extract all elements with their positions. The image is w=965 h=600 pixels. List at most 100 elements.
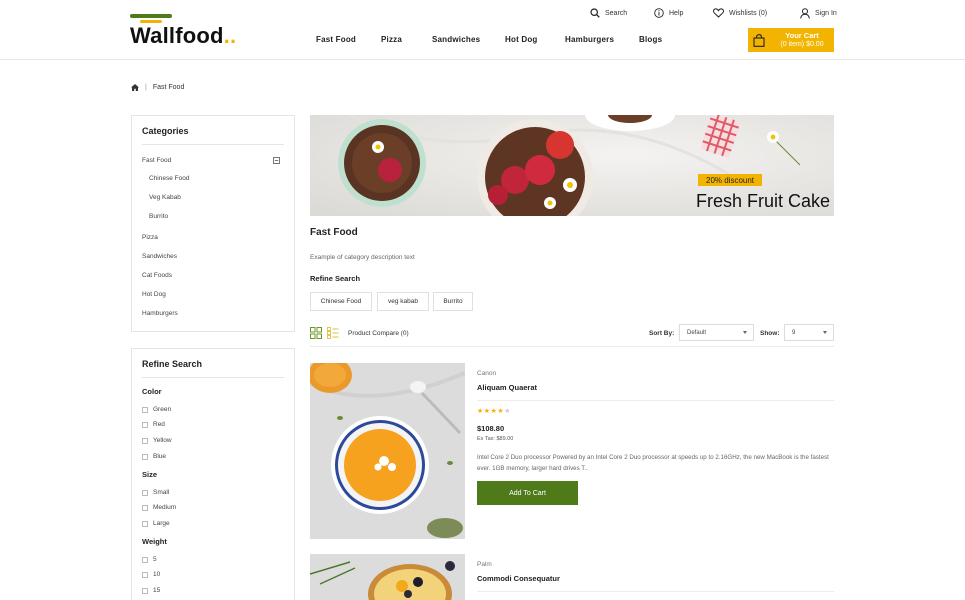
refine-search-heading: Refine Search: [310, 274, 361, 283]
logo[interactable]: Wallfood..: [130, 14, 236, 48]
nav-hot-dog[interactable]: Hot Dog: [505, 35, 538, 44]
filter-option-label: 5: [153, 556, 157, 563]
breadcrumb-current[interactable]: Fast Food: [153, 84, 185, 91]
filter-option-label: Green: [153, 406, 172, 413]
nav-fast-food[interactable]: Fast Food: [316, 35, 356, 44]
star-icon: ★: [504, 408, 511, 415]
chevron-down-icon: [743, 331, 747, 334]
filter-option-label: Blue: [153, 453, 167, 460]
filter-option-large[interactable]: Large: [142, 520, 170, 527]
cart-summary: (0 item) $0.00: [780, 41, 824, 48]
star-icon: ★: [483, 408, 491, 415]
info-icon: [654, 8, 664, 18]
discount-badge: 20% discount: [698, 174, 763, 186]
categories-title: Categories: [142, 116, 284, 145]
nav-sandwiches[interactable]: Sandwiches: [432, 35, 480, 44]
collapse-icon[interactable]: [273, 157, 280, 164]
checkbox[interactable]: [142, 504, 148, 511]
product-divider: [477, 591, 834, 592]
help-link-label: Help: [669, 9, 684, 17]
sort-by-select[interactable]: Default: [679, 324, 754, 341]
checkbox[interactable]: [142, 556, 148, 563]
filter-group-weight: Weight: [142, 537, 167, 546]
show-select[interactable]: 9: [784, 324, 834, 341]
filter-group-size: Size: [142, 470, 158, 479]
page-title: Fast Food: [310, 227, 358, 238]
list-view-icon[interactable]: [327, 327, 339, 339]
checkbox[interactable]: [142, 453, 148, 460]
product-image[interactable]: [310, 363, 465, 539]
refine-search-title: Refine Search: [142, 349, 284, 378]
user-icon: [800, 8, 810, 19]
category-veg-kabab[interactable]: Veg Kabab: [149, 194, 181, 201]
filter-option-label: 10: [153, 571, 161, 578]
show-value: 9: [792, 329, 796, 336]
logo-bar: [130, 14, 172, 18]
nav-pizza[interactable]: Pizza: [381, 35, 402, 44]
category-pizza[interactable]: Pizza: [142, 234, 158, 241]
filter-option-15[interactable]: 15: [142, 587, 160, 594]
product-name[interactable]: Commodi Consequatur: [477, 574, 560, 583]
filter-option-5[interactable]: 5: [142, 556, 157, 563]
cart-button[interactable]: Your Cart (0 item) $0.00: [748, 28, 834, 52]
signin-link[interactable]: Sign In: [800, 8, 837, 19]
rating-stars: ★★★★★: [477, 407, 511, 415]
category-banner[interactable]: 20% discount Fresh Fruit Cake: [310, 115, 834, 216]
category-sandwiches[interactable]: Sandwiches: [142, 253, 177, 260]
signin-link-label: Sign In: [815, 10, 837, 17]
category-cat-foods[interactable]: Cat Foods: [142, 272, 172, 279]
logo-text: Wallfood..: [130, 23, 236, 49]
heart-icon: [713, 8, 724, 18]
filter-option-10[interactable]: 10: [142, 571, 160, 578]
category-hamburgers[interactable]: Hamburgers: [142, 310, 178, 317]
product-divider: [477, 400, 834, 401]
category-hot-dog[interactable]: Hot Dog: [142, 291, 166, 298]
wishlist-link-label: Wishlists (0): [729, 9, 768, 17]
refine-chip-veg-kabab[interactable]: veg kabab: [377, 292, 429, 311]
filter-option-label: Red: [153, 421, 165, 428]
logo-name: Wallfood: [130, 23, 224, 48]
refine-chip-chinese-food[interactable]: Chinese Food: [310, 292, 372, 311]
breadcrumb-separator: |: [145, 84, 147, 91]
checkbox[interactable]: [142, 421, 148, 428]
product-price: $108.80: [477, 424, 505, 433]
product-brand: Canon: [477, 370, 497, 377]
category-chinese-food[interactable]: Chinese Food: [149, 175, 189, 182]
filter-option-blue[interactable]: Blue: [142, 453, 166, 460]
checkbox[interactable]: [142, 437, 148, 444]
help-link[interactable]: Help: [654, 8, 683, 18]
nav-blogs[interactable]: Blogs: [639, 35, 662, 44]
refine-chip-burrito[interactable]: Burrito: [433, 292, 473, 311]
sort-by-label: Sort By:: [649, 330, 675, 337]
grid-view-icon[interactable]: [310, 327, 322, 339]
filter-option-label: Yellow: [153, 437, 172, 444]
checkbox[interactable]: [142, 587, 148, 594]
toolbar-divider: [310, 346, 834, 347]
product-description: Intel Core 2 Duo processor Powered by an…: [477, 454, 829, 472]
search-link[interactable]: Search: [590, 8, 627, 18]
product-name[interactable]: Aliquam Quaerat: [477, 383, 537, 392]
category-fast-food[interactable]: Fast Food: [142, 157, 171, 164]
checkbox[interactable]: [142, 571, 148, 578]
home-icon[interactable]: [131, 84, 139, 91]
show-label: Show:: [760, 330, 780, 337]
wishlist-link[interactable]: Wishlists (0): [713, 8, 767, 18]
filter-option-medium[interactable]: Medium: [142, 504, 176, 511]
filter-option-small[interactable]: Small: [142, 489, 169, 496]
filter-option-green[interactable]: Green: [142, 406, 171, 413]
category-description: Example of category description text: [310, 254, 415, 261]
add-to-cart-button[interactable]: Add To Cart: [477, 481, 578, 505]
site-header: Wallfood.. Search Help Wishlists (0) Sig…: [0, 0, 965, 60]
checkbox[interactable]: [142, 489, 148, 496]
product-compare-link[interactable]: Product Compare (0): [348, 330, 409, 337]
cart-icon-box: [748, 28, 770, 52]
product-image[interactable]: [310, 554, 465, 600]
checkbox[interactable]: [142, 406, 148, 413]
nav-hamburgers[interactable]: Hamburgers: [565, 35, 614, 44]
checkbox[interactable]: [142, 520, 148, 527]
product-ex-tax: Ex Tax: $89.00: [477, 436, 514, 442]
filter-option-yellow[interactable]: Yellow: [142, 437, 172, 444]
shopping-bag-icon: [753, 33, 765, 47]
category-burrito[interactable]: Burrito: [149, 213, 168, 220]
filter-option-red[interactable]: Red: [142, 421, 165, 428]
